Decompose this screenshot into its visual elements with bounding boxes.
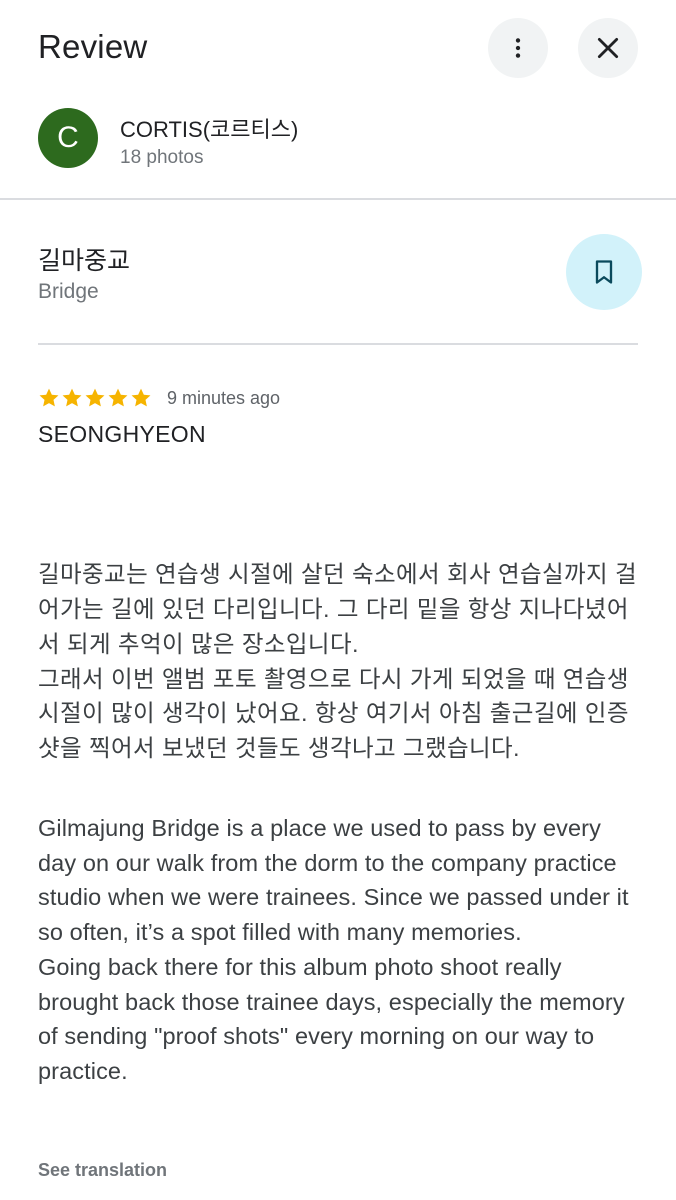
bookmark-icon [595, 260, 613, 284]
place-name[interactable]: 길마중교 [38, 241, 130, 277]
review-header: Review [0, 0, 676, 96]
author-profile[interactable]: C CORTIS(코르티스) 18 photos [0, 100, 676, 198]
more-vertical-icon [515, 38, 521, 58]
close-button[interactable] [578, 18, 638, 78]
page-title: Review [38, 28, 148, 65]
star-icon [39, 388, 59, 407]
star-icon [108, 388, 128, 407]
close-icon [597, 37, 619, 59]
star-icon [62, 388, 82, 407]
author-name[interactable]: CORTIS(코르티스) [120, 112, 298, 144]
divider [38, 343, 638, 345]
reviewer-name: SEONGHYEON [38, 421, 206, 447]
more-options-button[interactable] [488, 18, 548, 78]
rating-row: 9 minutes ago [38, 385, 280, 411]
review-time: 9 minutes ago [167, 387, 281, 408]
author-photo-count: 18 photos [120, 147, 204, 168]
see-translation-link[interactable]: See translation [38, 1160, 167, 1181]
review-text-korean: 길마중교는 연습생 시절에 살던 숙소에서 회사 연습실까지 걸어가는 길에 있… [38, 561, 638, 761]
star-icon [85, 388, 105, 407]
divider [0, 198, 676, 200]
star-icon [131, 388, 151, 407]
review-text-english: Gilmajung Bridge is a place we used to p… [38, 815, 629, 1084]
star-rating [38, 387, 152, 409]
review-body: 길마중교는 연습생 시절에 살던 숙소에서 회사 연습실까지 걸어가는 길에 있… [38, 488, 643, 1084]
save-button[interactable] [566, 234, 642, 310]
place-type: Bridge [38, 280, 99, 303]
avatar[interactable]: C [38, 108, 98, 168]
